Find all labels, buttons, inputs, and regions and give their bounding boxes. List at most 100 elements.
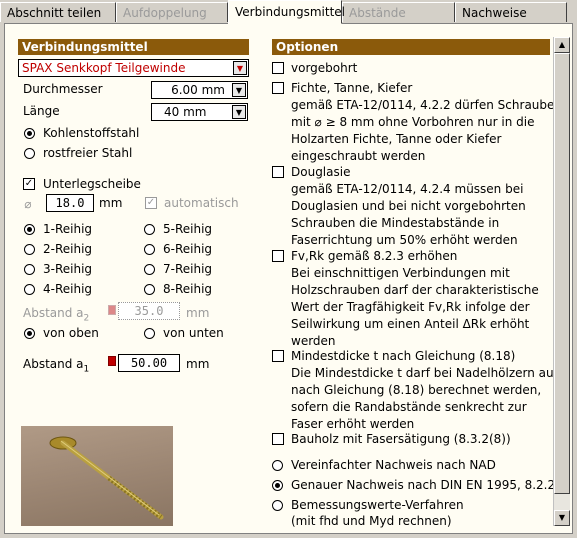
section-header-verbindungsmittel: Verbindungsmittel: [18, 39, 249, 55]
bauholz-fasersaettigung-checkbox[interactable]: [272, 433, 284, 445]
chevron-down-icon[interactable]: ▼: [233, 61, 247, 75]
douglasie-checkbox[interactable]: [272, 166, 284, 178]
unterlegscheibe-label: Unterlegscheibe: [43, 177, 141, 191]
abstand-a2-label: Abstand a2: [23, 306, 90, 324]
rostfreier-stahl-label: rostfreier Stahl: [43, 146, 133, 160]
fastener-type-select[interactable]: SPAX Senkkopf Teilgewinde ▼: [18, 59, 249, 77]
mindestdicke-checkbox[interactable]: [272, 350, 284, 362]
reihig-8-radio[interactable]: [144, 284, 155, 295]
option-text-line: Faserrichtung um 50% erhöht werden: [291, 233, 518, 247]
screw-illustration: [49, 436, 164, 520]
fichte-tanne-kiefer-checkbox[interactable]: [272, 82, 284, 94]
tab-bar: Abschnitt teilen Aufdoppelung Abstände N…: [0, 0, 577, 24]
option-text-line: Wert der Tragfähigkeit Fv,Rk infolge der: [291, 300, 530, 314]
laenge-label: Länge: [23, 104, 60, 118]
option-text-line: mit ⌀ ≥ 8 mm ohne Vorbohren nur in die: [291, 115, 535, 129]
option-text-line: werden: [291, 334, 336, 348]
von-oben-label: von oben: [43, 326, 99, 340]
chevron-down-icon[interactable]: ▼: [232, 83, 246, 97]
douglasie-label: Douglasie: [291, 165, 351, 179]
von-oben-radio[interactable]: [24, 328, 35, 339]
tab-abschnitt-teilen[interactable]: Abschnitt teilen: [0, 2, 116, 22]
vorgebohrt-label: vorgebohrt: [291, 61, 358, 75]
durchmesser-select[interactable]: 6.00 mm ▼: [151, 81, 248, 99]
reihig-6-radio[interactable]: [144, 244, 155, 255]
reihig-3-radio[interactable]: [24, 264, 35, 275]
option-text-line: Douglasien und bei nicht vorgebohrten: [291, 199, 526, 213]
automatisch-label: automatisch: [164, 196, 239, 210]
abstand-a1-unit: mm: [186, 357, 210, 371]
reihig-2-radio[interactable]: [24, 244, 35, 255]
reihig-1-radio[interactable]: [24, 224, 35, 235]
reihig-5-radio[interactable]: [144, 224, 155, 235]
option-text-line: Faser erhöht werden: [291, 417, 415, 431]
spin-arrow-icon[interactable]: [108, 356, 116, 366]
option-text-line: Schrauben die Mindestabstände in: [291, 216, 500, 230]
reihig-7-label: 7-Reihig: [163, 262, 213, 276]
reihig-4-radio[interactable]: [24, 284, 35, 295]
laenge-select[interactable]: 40 mm ▼: [151, 103, 248, 121]
washer-unit: mm: [99, 196, 123, 210]
reihig-7-radio[interactable]: [144, 264, 155, 275]
tab-aufdoppelung[interactable]: Aufdoppelung: [116, 2, 228, 22]
reihig-6-label: 6-Reihig: [163, 242, 213, 256]
vorgebohrt-checkbox[interactable]: [272, 62, 284, 74]
durchmesser-label: Durchmesser: [23, 82, 103, 96]
reihig-2-label: 2-Reihig: [43, 242, 93, 256]
vereinfachter-nachweis-radio[interactable]: [272, 460, 283, 471]
durchmesser-value: 6.00 mm: [171, 83, 225, 97]
chevron-down-icon[interactable]: ▼: [232, 105, 246, 119]
tab-verbindungsmittel[interactable]: Verbindungsmittel: [228, 0, 345, 24]
bemessungswerte-verfahren-label: Bemessungswerte-Verfahren: [291, 498, 464, 512]
scrollbar-thumb[interactable]: [554, 53, 570, 494]
scroll-down-icon[interactable]: ▼: [554, 510, 570, 526]
automatisch-checkbox[interactable]: ✓: [145, 197, 157, 209]
reihig-8-label: 8-Reihig: [163, 282, 213, 296]
abstand-a2-unit: mm: [186, 306, 210, 320]
reihig-1-label: 1-Reihig: [43, 222, 93, 236]
vertical-scrollbar[interactable]: ▲ ▼: [553, 37, 570, 526]
option-text-line: Die Mindestdicke t darf bei Nadelhölzern…: [291, 366, 561, 380]
reihig-5-label: 5-Reihig: [163, 222, 213, 236]
option-text-line: Seilwirkung um einen Anteil ΔRk erhöht: [291, 317, 530, 331]
unterlegscheibe-checkbox[interactable]: ✓: [23, 178, 35, 190]
bauholz-fasersaettigung-label: Bauholz mit Fasersätigung (8.3.2(8)): [291, 432, 511, 446]
option-text-line: nach Gleichung (8.18) berechnet werden,: [291, 383, 542, 397]
reihig-4-label: 4-Reihig: [43, 282, 93, 296]
rostfreier-stahl-radio[interactable]: [24, 148, 35, 159]
screw-image: [21, 426, 173, 526]
vereinfachter-nachweis-label: Vereinfachter Nachweis nach NAD: [291, 458, 496, 472]
option-text-line: gemäß ETA-12/0114, 4.2.2 dürfen Schraube…: [291, 98, 563, 112]
tab-nachweise[interactable]: Nachweise: [455, 2, 567, 22]
fastener-type-value: SPAX Senkkopf Teilgewinde: [22, 61, 186, 75]
fvrk-erhoehen-checkbox[interactable]: [272, 250, 284, 262]
scroll-up-icon[interactable]: ▲: [554, 37, 570, 53]
option-text-line: eingeschraubt werden: [291, 149, 426, 163]
abstand-a2-input[interactable]: 35.0: [118, 302, 180, 320]
mindestdicke-label: Mindestdicke t nach Gleichung (8.18): [291, 349, 516, 363]
laenge-value: 40 mm: [164, 105, 207, 119]
abstand-a1-input[interactable]: 50.00: [118, 354, 180, 372]
option-text-line: sofern die Randabstände senkrecht zur: [291, 400, 527, 414]
fichte-tanne-kiefer-label: Fichte, Tanne, Kiefer: [291, 81, 413, 95]
abstand-a1-label: Abstand a1: [23, 357, 90, 375]
tab-abstaende[interactable]: Abstände: [342, 2, 455, 22]
diameter-symbol: ⌀: [24, 197, 32, 211]
genauer-nachweis-label: Genauer Nachweis nach DIN EN 1995, 8.2.2: [291, 478, 556, 492]
bemessungswerte-verfahren-radio[interactable]: [272, 500, 283, 511]
option-text-line: Holzarten Fichte, Tanne oder Kiefer: [291, 132, 502, 146]
washer-diameter-input[interactable]: 18.0: [46, 194, 94, 212]
genauer-nachweis-radio[interactable]: [272, 480, 283, 491]
kohlenstoffstahl-label: Kohlenstoffstahl: [43, 126, 140, 140]
fvrk-erhoehen-label: Fv,Rk gemäß 8.2.3 erhöhen: [291, 249, 458, 263]
section-header-optionen: Optionen: [272, 39, 550, 55]
option-text-line: gemäß ETA-12/0114, 4.2.4 müssen bei: [291, 182, 524, 196]
option-text-line: Bei einschnittigen Verbindungen mit: [291, 266, 510, 280]
von-unten-radio[interactable]: [144, 328, 155, 339]
option-text-line: Holzschrauben darf der charakteristische: [291, 283, 539, 297]
kohlenstoffstahl-radio[interactable]: [24, 128, 35, 139]
spin-arrow-icon[interactable]: [108, 305, 116, 315]
von-unten-label: von unten: [163, 326, 224, 340]
option-text-line: (mit fhd und Myd rechnen): [291, 514, 452, 528]
reihig-3-label: 3-Reihig: [43, 262, 93, 276]
